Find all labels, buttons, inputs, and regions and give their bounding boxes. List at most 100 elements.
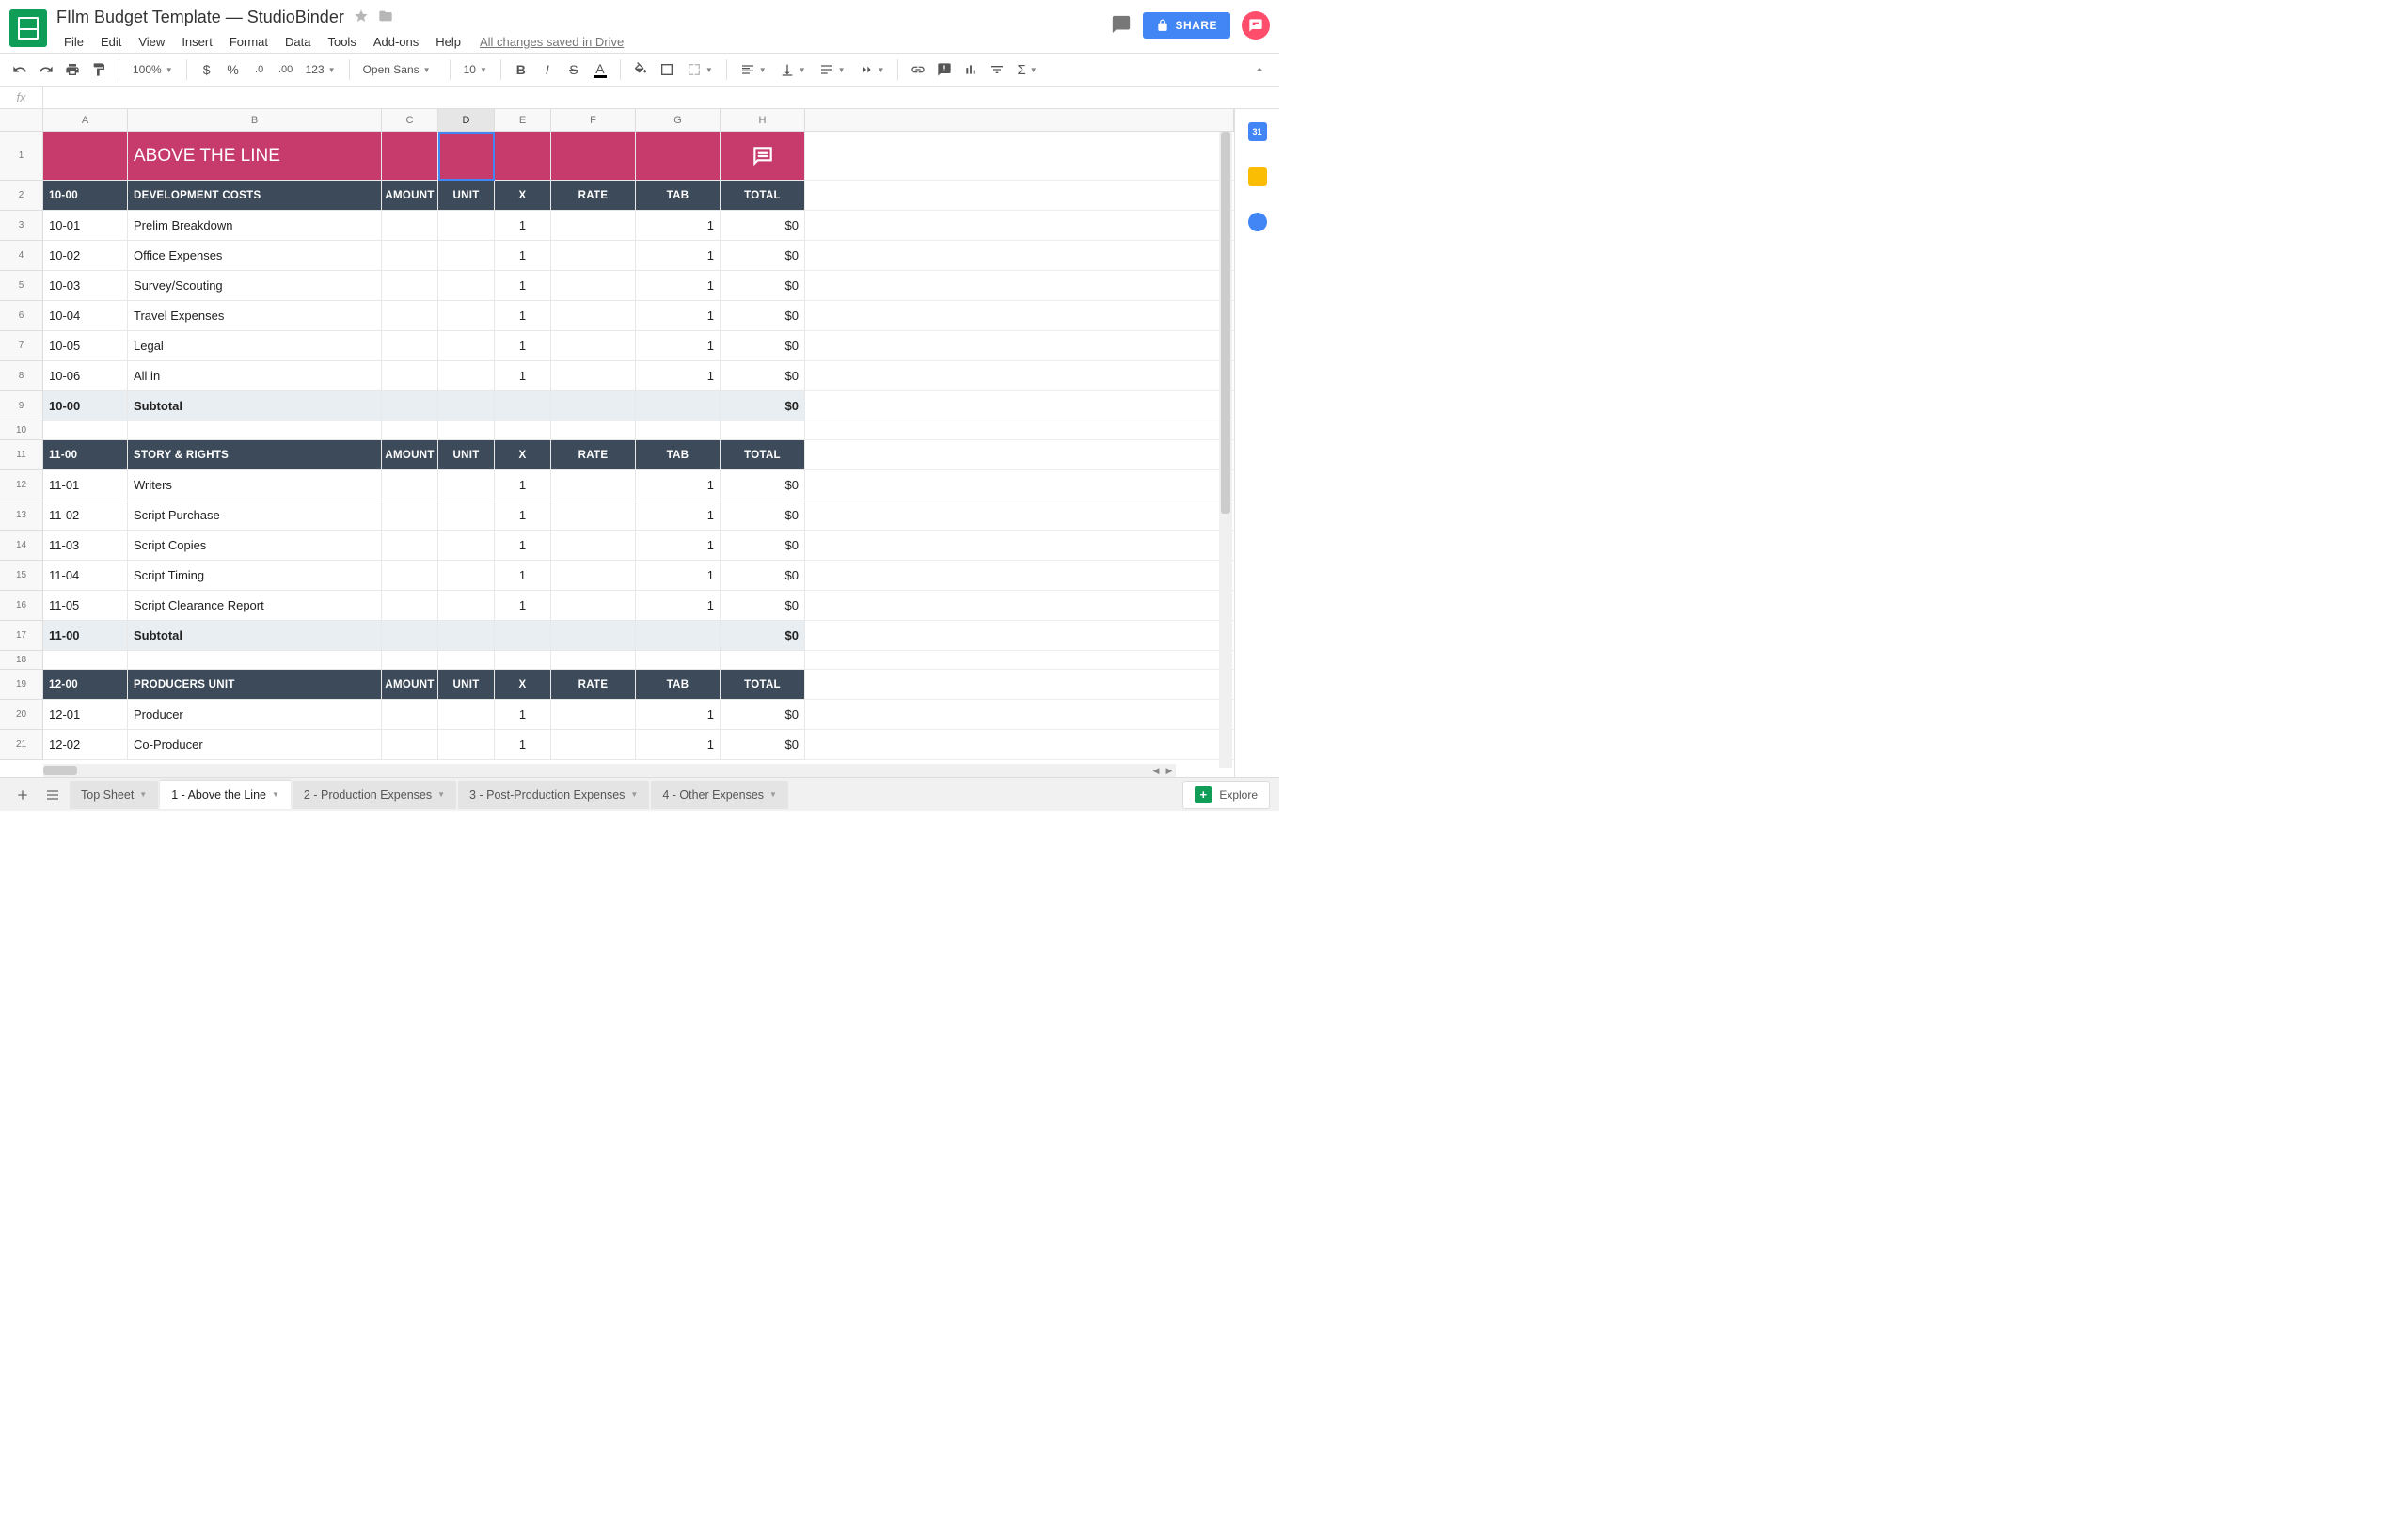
- borders-button[interactable]: [655, 57, 679, 82]
- grid-cell[interactable]: 1: [495, 500, 551, 531]
- grid-cell[interactable]: 1: [636, 271, 721, 301]
- grid-cell[interactable]: 11-03: [43, 531, 128, 561]
- grid-cell[interactable]: [382, 421, 438, 440]
- increase-decimal-button[interactable]: .00: [274, 57, 298, 82]
- comment-toolbar-button[interactable]: [932, 57, 957, 82]
- grid-cell[interactable]: [438, 271, 495, 301]
- collapse-toolbar-button[interactable]: [1247, 57, 1272, 82]
- grid-cell[interactable]: 11-05: [43, 591, 128, 621]
- grid-cell[interactable]: 10-04: [43, 301, 128, 331]
- chart-button[interactable]: [958, 57, 983, 82]
- grid-cell[interactable]: [382, 301, 438, 331]
- grid-cell[interactable]: 1: [495, 241, 551, 271]
- grid-cell[interactable]: [551, 591, 636, 621]
- grid-cell[interactable]: [382, 621, 438, 651]
- grid-cell[interactable]: [495, 621, 551, 651]
- explore-button[interactable]: + Explore: [1182, 781, 1270, 809]
- grid-cell[interactable]: [551, 470, 636, 500]
- grid-cell[interactable]: 1: [636, 241, 721, 271]
- grid-cell[interactable]: [495, 421, 551, 440]
- grid-cell-empty[interactable]: [805, 440, 1234, 470]
- grid-cell[interactable]: $0: [721, 591, 805, 621]
- row-header-18[interactable]: 18: [0, 651, 43, 670]
- grid-cell[interactable]: Subtotal: [128, 621, 382, 651]
- row-header-20[interactable]: 20: [0, 700, 43, 730]
- row-header-12[interactable]: 12: [0, 470, 43, 500]
- grid-cell[interactable]: 10-03: [43, 271, 128, 301]
- grid-cell-empty[interactable]: [805, 391, 1234, 421]
- grid-cell[interactable]: $0: [721, 531, 805, 561]
- grid-cell-empty[interactable]: [805, 621, 1234, 651]
- save-status[interactable]: All changes saved in Drive: [480, 35, 624, 49]
- grid-cell[interactable]: [438, 561, 495, 591]
- banner-cell[interactable]: [43, 132, 128, 181]
- grid-cell[interactable]: $0: [721, 301, 805, 331]
- h-align-button[interactable]: ▼: [735, 57, 772, 82]
- grid-cell[interactable]: [382, 531, 438, 561]
- grid-cell[interactable]: 12-00: [43, 670, 128, 700]
- font-size-dropdown[interactable]: 10▼: [458, 57, 493, 82]
- column-header-H[interactable]: H: [721, 109, 805, 131]
- menu-edit[interactable]: Edit: [93, 32, 129, 52]
- grid-cell-empty[interactable]: [805, 470, 1234, 500]
- row-header-21[interactable]: 21: [0, 730, 43, 760]
- row-header-17[interactable]: 17: [0, 621, 43, 651]
- menu-tools[interactable]: Tools: [320, 32, 363, 52]
- grid-cell[interactable]: DEVELOPMENT COSTS: [128, 181, 382, 211]
- h-scrollbar[interactable]: ◀ ▶: [43, 764, 1176, 777]
- zoom-dropdown[interactable]: 100%▼: [127, 57, 179, 82]
- grid-cell[interactable]: [551, 700, 636, 730]
- grid-cell[interactable]: 10-05: [43, 331, 128, 361]
- row-header-8[interactable]: 8: [0, 361, 43, 391]
- column-header-C[interactable]: C: [382, 109, 438, 131]
- grid-cell-empty[interactable]: [805, 241, 1234, 271]
- keep-icon[interactable]: [1248, 167, 1267, 186]
- grid-cell[interactable]: [43, 421, 128, 440]
- row-header-16[interactable]: 16: [0, 591, 43, 621]
- grid-cell[interactable]: 1: [636, 211, 721, 241]
- grid-cell[interactable]: TOTAL: [721, 181, 805, 211]
- grid-cell[interactable]: Subtotal: [128, 391, 382, 421]
- banner-cell[interactable]: [382, 132, 438, 181]
- grid-cell[interactable]: $0: [721, 500, 805, 531]
- banner-cell[interactable]: [495, 132, 551, 181]
- grid-cell[interactable]: UNIT: [438, 181, 495, 211]
- grid-cell[interactable]: 1: [636, 500, 721, 531]
- link-button[interactable]: [906, 57, 930, 82]
- v-scrollbar[interactable]: [1219, 132, 1232, 768]
- grid-cell[interactable]: [438, 421, 495, 440]
- select-all-corner[interactable]: [0, 109, 43, 131]
- grid-cell[interactable]: 11-01: [43, 470, 128, 500]
- grid-cell[interactable]: 10-06: [43, 361, 128, 391]
- grid-cell[interactable]: $0: [721, 241, 805, 271]
- grid-cell[interactable]: 10-01: [43, 211, 128, 241]
- grid-cell[interactable]: AMOUNT: [382, 181, 438, 211]
- grid-cell[interactable]: TAB: [636, 440, 721, 470]
- row-header-19[interactable]: 19: [0, 670, 43, 700]
- grid-cell[interactable]: [636, 651, 721, 670]
- grid-cell[interactable]: [551, 361, 636, 391]
- grid-cell[interactable]: [551, 531, 636, 561]
- grid-cell[interactable]: 11-00: [43, 621, 128, 651]
- sheet-tab[interactable]: 2 - Production Expenses▼: [293, 781, 456, 809]
- v-scroll-thumb[interactable]: [1221, 132, 1230, 514]
- grid-cell-empty[interactable]: [805, 421, 1234, 440]
- sheet-tab[interactable]: 3 - Post-Production Expenses▼: [458, 781, 649, 809]
- grid-cell[interactable]: 1: [636, 730, 721, 760]
- grid-cell[interactable]: [495, 391, 551, 421]
- grid-cell[interactable]: Travel Expenses: [128, 301, 382, 331]
- grid-cell[interactable]: [382, 500, 438, 531]
- grid-cell[interactable]: X: [495, 440, 551, 470]
- grid-cell[interactable]: 1: [495, 271, 551, 301]
- menu-insert[interactable]: Insert: [174, 32, 220, 52]
- grid-cell[interactable]: [438, 591, 495, 621]
- rotate-button[interactable]: ▼: [853, 57, 891, 82]
- row-header-5[interactable]: 5: [0, 271, 43, 301]
- redo-button[interactable]: [34, 57, 58, 82]
- print-button[interactable]: [60, 57, 85, 82]
- grid-cell[interactable]: 10-02: [43, 241, 128, 271]
- h-scroll-right-icon[interactable]: ▶: [1163, 764, 1176, 777]
- grid-cell[interactable]: [438, 531, 495, 561]
- row-header-6[interactable]: 6: [0, 301, 43, 331]
- row-header-7[interactable]: 7: [0, 331, 43, 361]
